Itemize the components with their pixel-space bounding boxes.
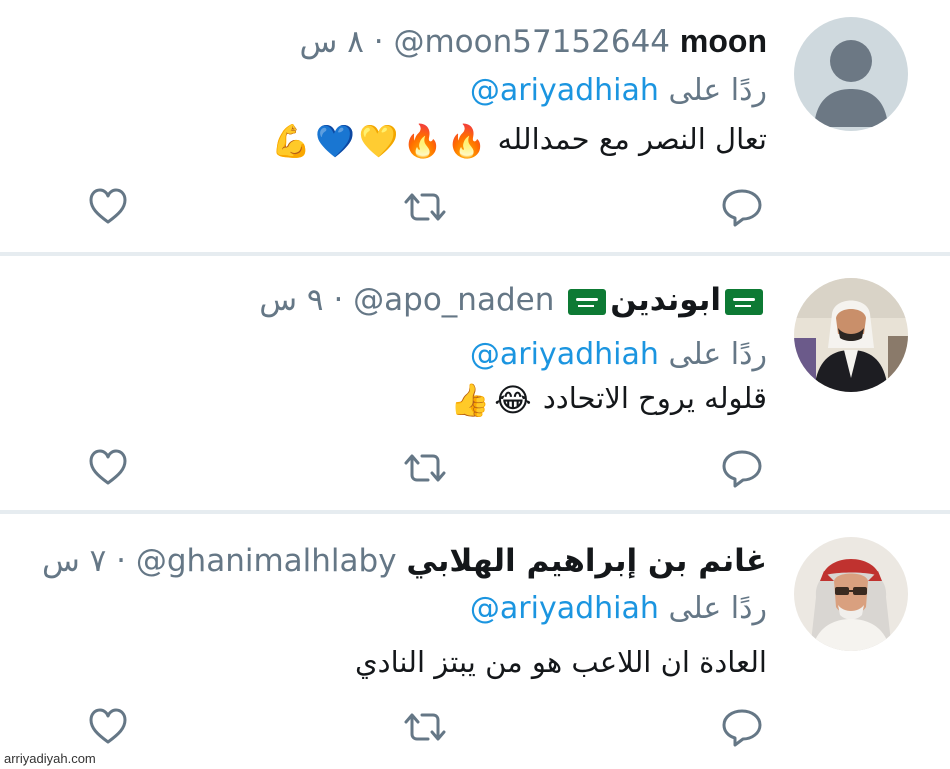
replies-feed: moon @moon57152644 · ٨ س ردًا على @ariya… — [0, 0, 950, 769]
fire-emoji: 🔥 — [446, 122, 487, 160]
reply-prefix: ردًا على — [668, 73, 767, 108]
tweet-text: تعال النصر مع حمدالله 🔥🔥💛💙💪 — [269, 117, 767, 163]
site-watermark: arriyadiyah.com — [4, 751, 96, 766]
retweet-icon — [404, 713, 446, 741]
tweet-actions — [0, 443, 950, 493]
separator-dot: · — [373, 24, 384, 60]
avatar[interactable] — [794, 17, 908, 131]
reply-button[interactable] — [717, 182, 767, 232]
user-handle[interactable]: @ghanimalhlaby — [136, 543, 397, 579]
like-icon — [89, 449, 127, 485]
like-button[interactable] — [83, 182, 133, 232]
user-handle[interactable]: @moon57152644 — [393, 24, 670, 60]
saudi-flag-icon — [725, 288, 763, 315]
saudi-flag-icon — [568, 288, 607, 315]
display-name[interactable]: moon — [680, 23, 767, 59]
reply-handle-link[interactable]: @ariyadhiah — [470, 73, 659, 108]
tweet-body: تعال النصر مع حمدالله — [497, 122, 767, 156]
tweet-actions — [0, 702, 950, 752]
reply-handle-link[interactable]: @ariyadhiah — [470, 337, 659, 372]
like-button[interactable] — [83, 702, 133, 752]
tweet-1[interactable]: moon @moon57152644 · ٨ س ردًا على @ariya… — [0, 0, 950, 252]
timestamp[interactable]: ٧ س — [42, 543, 106, 579]
separator-dot: · — [333, 282, 344, 318]
retweet-icon — [404, 193, 446, 221]
reply-prefix: ردًا على — [668, 337, 767, 372]
reply-context: ردًا على @ariyadhiah — [470, 336, 767, 374]
tweet-text: العادة ان اللاعب هو من يبتز النادي — [355, 640, 767, 684]
blue-heart-emoji: 💙 — [315, 122, 355, 160]
default-avatar-icon — [794, 17, 908, 131]
flexed-biceps-emoji: 💪 — [271, 122, 312, 160]
display-name[interactable]: ابوندين — [610, 282, 721, 318]
tweet-body: قلوله يروح الاتحادد — [542, 381, 767, 415]
tears-of-joy-emoji: 😂 — [494, 381, 532, 419]
retweet-icon — [404, 454, 446, 482]
retweet-button[interactable] — [400, 702, 450, 752]
like-icon — [89, 188, 127, 224]
retweet-button[interactable] — [400, 443, 450, 493]
reply-button[interactable] — [717, 702, 767, 752]
user-handle[interactable]: @apo_naden — [353, 282, 554, 318]
reply-button[interactable] — [717, 443, 767, 493]
reply-context: ردًا على @ariyadhiah — [470, 590, 767, 628]
reply-icon — [722, 709, 762, 747]
user-photo-avatar — [794, 278, 908, 392]
tweet-3[interactable]: غانم بن إبراهيم الهلابي @ghanimalhlaby ·… — [0, 514, 950, 769]
tweet-body: العادة ان اللاعب هو من يبتز النادي — [354, 645, 767, 679]
reply-prefix: ردًا على — [668, 591, 767, 626]
avatar[interactable] — [794, 537, 908, 651]
timestamp[interactable]: ٨ س — [300, 24, 364, 60]
reply-handle-link[interactable]: @ariyadhiah — [470, 591, 659, 626]
tweet-header: غانم بن إبراهيم الهلابي @ghanimalhlaby ·… — [42, 541, 767, 581]
display-name[interactable]: غانم بن إبراهيم الهلابي — [406, 543, 767, 579]
separator-dot: · — [116, 543, 127, 579]
like-button[interactable] — [83, 443, 133, 493]
avatar[interactable] — [794, 278, 908, 392]
tweet-text: قلوله يروح الاتحادد 😂👍 — [448, 376, 767, 422]
timestamp[interactable]: ٩ س — [259, 282, 323, 318]
reply-context: ردًا على @ariyadhiah — [470, 72, 767, 110]
tweet-header: ابوندين @apo_naden · ٩ س — [259, 280, 767, 320]
reply-icon — [722, 189, 762, 227]
retweet-button[interactable] — [400, 182, 450, 232]
like-icon — [89, 708, 127, 744]
fire-emoji: 🔥 — [402, 122, 443, 160]
thumbs-up-emoji: 👍 — [450, 381, 491, 419]
yellow-heart-emoji: 💛 — [358, 122, 399, 160]
tweet-2[interactable]: ابوندين @apo_naden · ٩ س ردًا على @ariya… — [0, 256, 950, 510]
tweet-actions — [0, 182, 950, 232]
reply-icon — [722, 450, 762, 488]
tweet-header: moon @moon57152644 · ٨ س — [300, 21, 767, 62]
user-photo-avatar — [794, 537, 908, 651]
